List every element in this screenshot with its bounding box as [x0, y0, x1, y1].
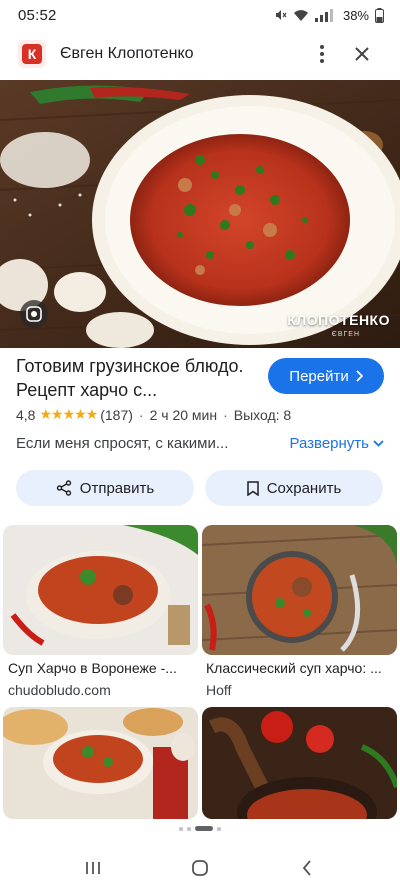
site-name[interactable]: Євген Клопотенко [60, 45, 302, 63]
soup-photo [0, 80, 400, 348]
related-image-2[interactable] [202, 525, 397, 655]
separator: · [223, 406, 228, 423]
related-image-4[interactable] [202, 707, 397, 819]
chevron-right-icon [356, 370, 363, 382]
review-count: (187) [100, 406, 133, 423]
status-icons: 38% [273, 7, 384, 23]
expand-button[interactable]: Развернуть [289, 435, 384, 452]
lens-icon [26, 306, 42, 322]
share-icon [56, 480, 71, 496]
separator: · [138, 406, 144, 423]
recipe-yield: Выход: 8 [233, 406, 292, 423]
page-indicator [0, 826, 400, 831]
image-watermark: КЛОПОТЕНКО [287, 312, 390, 328]
chevron-down-icon [373, 439, 384, 447]
battery-icon [375, 7, 384, 23]
system-nav-bar [0, 846, 400, 889]
back-icon [302, 859, 311, 876]
recents-button[interactable] [73, 848, 113, 888]
back-button[interactable] [287, 848, 327, 888]
status-bar: 05:52 38% [0, 0, 400, 30]
visit-label: Перейти [289, 367, 349, 385]
page-dot-active [195, 826, 213, 831]
source-header: К Євген Клопотенко [0, 30, 400, 78]
more-vert-icon [320, 45, 324, 63]
recents-icon [86, 861, 101, 874]
home-button[interactable] [180, 848, 220, 888]
result-title[interactable]: Готовим грузинское блюдо. Рецепт харчо с… [16, 354, 261, 402]
site-logo[interactable]: К [18, 40, 46, 68]
share-label: Отправить [79, 479, 155, 497]
page-dot [179, 826, 183, 831]
rating-value: 4,8 [16, 406, 36, 423]
signal-icon [314, 8, 337, 22]
status-time: 05:52 [18, 6, 57, 24]
image-watermark-sub: ЄВГЕН [331, 331, 360, 338]
site-logo-letter: К [22, 44, 42, 64]
expand-label: Развернуть [289, 434, 369, 452]
cook-time: 2 ч 20 мин [149, 406, 218, 423]
battery-text: 38% [342, 7, 369, 23]
rating-stars: ★★★★★ [39, 406, 98, 422]
page-dot [187, 826, 191, 831]
page-dot [217, 826, 221, 831]
close-icon [355, 47, 369, 61]
bookmark-icon [246, 480, 259, 496]
related-photo-4 [202, 707, 397, 819]
lens-button[interactable] [20, 300, 48, 328]
mute-icon [273, 8, 287, 22]
description-text: Если меня спросят, с какими... [16, 434, 229, 452]
hero-image[interactable]: КЛОПОТЕНКО ЄВГЕН [0, 80, 400, 348]
wifi-icon [293, 9, 309, 22]
related-source-1: chudobludo.com [8, 682, 111, 698]
related-source-2: Hoff [206, 682, 232, 698]
save-label: Сохранить [266, 479, 342, 497]
save-button[interactable]: Сохранить [205, 470, 383, 506]
description-row: Если меня спросят, с какими... Развернут… [16, 432, 384, 454]
share-button[interactable]: Отправить [16, 470, 194, 506]
more-button[interactable] [302, 34, 342, 74]
related-title-1[interactable]: Суп Харчо в Воронеже -... [8, 660, 198, 676]
result-title-block[interactable]: Готовим грузинское блюдо. Рецепт харчо с… [16, 354, 261, 402]
related-image-3[interactable] [3, 707, 198, 819]
related-image-1[interactable] [3, 525, 198, 655]
close-button[interactable] [342, 34, 382, 74]
recipe-meta: 4,8 ★★★★★ (187) · 2 ч 20 мин · Выход: 8 [16, 406, 291, 423]
related-photo-2 [202, 525, 397, 655]
related-photo-1 [3, 525, 198, 655]
home-icon [192, 859, 208, 876]
visit-button[interactable]: Перейти [268, 358, 384, 394]
related-photo-3 [3, 707, 198, 819]
related-title-2[interactable]: Классический суп харчо: ... [206, 660, 396, 676]
